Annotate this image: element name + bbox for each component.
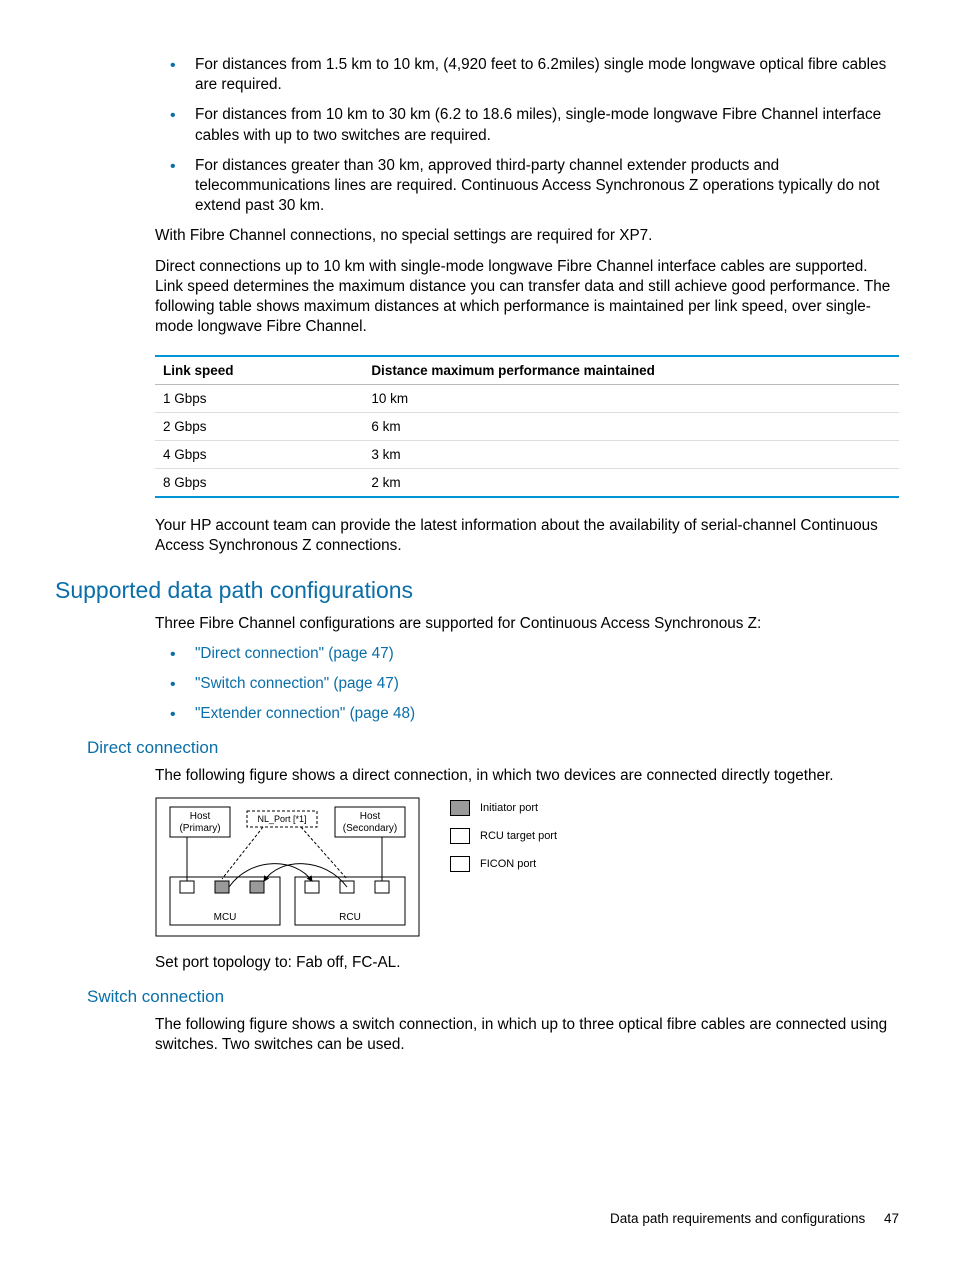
cell-distance: 2 km [363, 469, 899, 498]
svg-text:(Secondary): (Secondary) [343, 823, 397, 834]
topology-diagram-svg: Host (Primary) Host (Secondary) NL_Port … [155, 797, 420, 937]
diagram-legend: Initiator port RCU target port FICON por… [450, 800, 557, 884]
svg-text:RCU: RCU [339, 912, 361, 923]
account-team-paragraph: Your HP account team can provide the lat… [155, 516, 899, 556]
legend-label: FICON port [480, 858, 536, 870]
svg-text:MCU: MCU [214, 912, 237, 923]
supported-configs-heading: Supported data path configurations [55, 577, 899, 604]
svg-text:NL_Port [*1]: NL_Port [*1] [257, 814, 306, 824]
switch-connection-link[interactable]: "Switch connection" (page 47) [195, 675, 399, 692]
port-topology-body: Set port topology to: Fab off, FC-AL. [155, 953, 899, 973]
table-header-link-speed: Link speed [155, 356, 363, 385]
config-link-list: "Direct connection" (page 47) "Switch co… [155, 644, 899, 725]
svg-text:Host: Host [360, 811, 381, 822]
legend-item-initiator: Initiator port [450, 800, 557, 816]
table-row: 8 Gbps 2 km [155, 469, 899, 498]
config-link-item: "Direct connection" (page 47) [155, 644, 899, 664]
cell-distance: 6 km [363, 413, 899, 441]
extender-connection-link[interactable]: "Extender connection" (page 48) [195, 705, 415, 722]
legend-item-ficon: FICON port [450, 856, 557, 872]
direct-body: The following figure shows a direct conn… [155, 766, 899, 786]
intro-section: For distances from 1.5 km to 10 km, (4,9… [155, 55, 899, 557]
direct-connection-heading: Direct connection [87, 738, 899, 758]
cell-distance: 3 km [363, 441, 899, 469]
three-configs-paragraph: Three Fibre Channel configurations are s… [155, 614, 899, 634]
footer-page-number: 47 [884, 1211, 899, 1226]
direct-figure-paragraph: The following figure shows a direct conn… [155, 766, 899, 786]
switch-connection-heading: Switch connection [87, 987, 899, 1007]
intro-bullet: For distances from 1.5 km to 10 km, (4,9… [155, 55, 899, 95]
cell-link-speed: 4 Gbps [155, 441, 363, 469]
intro-bullet-list: For distances from 1.5 km to 10 km, (4,9… [155, 55, 899, 216]
legend-item-rcu: RCU target port [450, 828, 557, 844]
switch-body: The following figure shows a switch conn… [155, 1015, 899, 1055]
footer-section-title: Data path requirements and configuration… [610, 1211, 865, 1226]
intro-bullet: For distances from 10 km to 30 km (6.2 t… [155, 105, 899, 145]
initiator-port-icon [450, 800, 470, 816]
port-topology-paragraph: Set port topology to: Fab off, FC-AL. [155, 953, 899, 973]
rcu-target-port-icon [450, 828, 470, 844]
direct-connection-diagram: Host (Primary) Host (Secondary) NL_Port … [155, 797, 899, 937]
table-row: 1 Gbps 10 km [155, 385, 899, 413]
switch-figure-paragraph: The following figure shows a switch conn… [155, 1015, 899, 1055]
page-footer: Data path requirements and configuration… [610, 1211, 899, 1226]
cell-distance: 10 km [363, 385, 899, 413]
svg-text:Host: Host [190, 811, 211, 822]
cell-link-speed: 1 Gbps [155, 385, 363, 413]
configs-body: Three Fibre Channel configurations are s… [155, 614, 899, 725]
page: For distances from 1.5 km to 10 km, (4,9… [0, 0, 954, 1271]
svg-text:(Primary): (Primary) [179, 823, 220, 834]
legend-label: RCU target port [480, 830, 557, 842]
fc-paragraph: With Fibre Channel connections, no speci… [155, 226, 899, 246]
config-link-item: "Switch connection" (page 47) [155, 674, 899, 694]
ficon-port-icon [450, 856, 470, 872]
direct-connection-link[interactable]: "Direct connection" (page 47) [195, 645, 394, 662]
legend-label: Initiator port [480, 802, 538, 814]
direct-connections-paragraph: Direct connections up to 10 km with sing… [155, 257, 899, 338]
cell-link-speed: 8 Gbps [155, 469, 363, 498]
cell-link-speed: 2 Gbps [155, 413, 363, 441]
intro-bullet: For distances greater than 30 km, approv… [155, 156, 899, 217]
config-link-item: "Extender connection" (page 48) [155, 704, 899, 724]
table-row: 2 Gbps 6 km [155, 413, 899, 441]
table-row: 4 Gbps 3 km [155, 441, 899, 469]
link-speed-table: Link speed Distance maximum performance … [155, 355, 899, 498]
table-header-distance: Distance maximum performance maintained [363, 356, 899, 385]
